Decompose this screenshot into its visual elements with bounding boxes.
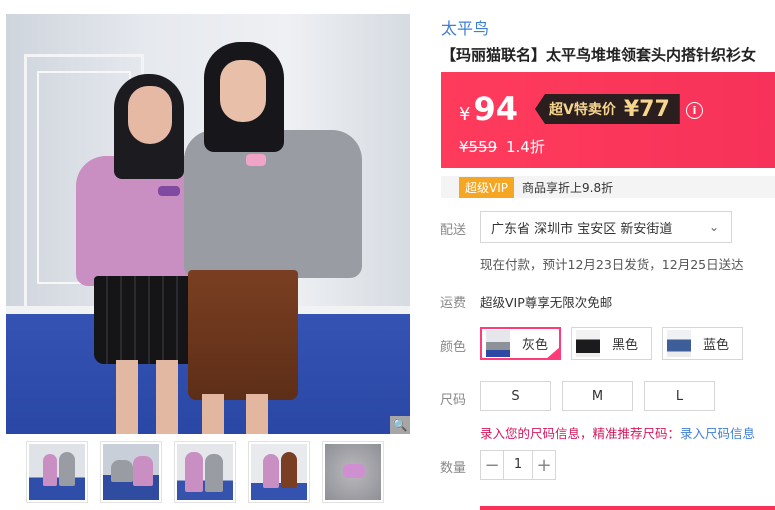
color-option-blue[interactable]: 蓝色 bbox=[662, 327, 743, 360]
quantity-stepper: − 1 + bbox=[480, 450, 556, 480]
thumbnail-figure bbox=[185, 452, 203, 492]
thumbnail-figure bbox=[59, 452, 75, 486]
thumbnail-figure bbox=[111, 460, 133, 482]
thumbnail-image bbox=[103, 444, 159, 500]
thumbnail-image bbox=[177, 444, 233, 500]
color-option-label: 蓝色 bbox=[703, 338, 730, 353]
thumbnail[interactable] bbox=[322, 441, 384, 503]
thumbnail[interactable] bbox=[248, 441, 310, 503]
thumbnail-figure bbox=[281, 452, 297, 488]
main-product-image[interactable] bbox=[6, 14, 410, 434]
thumbnail-bow bbox=[343, 464, 365, 478]
thumbnail-image bbox=[325, 444, 381, 500]
delivery-estimate: 现在付款，预计12月23日发货，12月25日送达 bbox=[480, 257, 744, 272]
thumbnail-image bbox=[251, 444, 307, 500]
size-option-l[interactable]: L bbox=[644, 381, 715, 411]
thumbnail-figure bbox=[263, 454, 279, 488]
delivery-region-select[interactable]: 广东省 深圳市 宝安区 新安街道 ⌄ bbox=[480, 211, 732, 243]
size-hint: 录入您的尺码信息，精准推荐尺码：录入尺码信息 bbox=[480, 423, 755, 442]
info-icon[interactable]: i bbox=[686, 102, 703, 119]
color-option-gray[interactable]: 灰色 ✓ bbox=[480, 327, 561, 360]
freight-value: 超级VIP尊享无限次免邮 bbox=[480, 295, 613, 310]
thumbnail-image bbox=[29, 444, 85, 500]
discount-rate: 1.4折 bbox=[505, 138, 545, 156]
quantity-increase-button[interactable]: + bbox=[533, 451, 555, 479]
size-option-s[interactable]: S bbox=[480, 381, 551, 411]
model-right-sweater bbox=[184, 130, 362, 278]
model-right-skirt bbox=[188, 270, 298, 400]
model-right-leg bbox=[246, 394, 268, 434]
size-option-m[interactable]: M bbox=[562, 381, 633, 411]
model-left-leg bbox=[156, 360, 178, 434]
currency-symbol: ¥ bbox=[459, 104, 471, 125]
model-left-leg bbox=[116, 360, 138, 434]
vip-price-value: ¥77 bbox=[623, 96, 670, 122]
vip-price-tag: 超V特卖价 ¥77 bbox=[535, 94, 680, 124]
chevron-down-icon: ⌄ bbox=[708, 220, 719, 234]
buy-button-edge[interactable] bbox=[480, 506, 775, 510]
size-label: 尺码 bbox=[440, 393, 467, 408]
freight-label: 运费 bbox=[440, 296, 467, 311]
zoom-icon[interactable]: 🔍 bbox=[390, 416, 410, 434]
model-right-leg bbox=[202, 394, 224, 434]
thumbnail-strip bbox=[26, 441, 384, 503]
delivery-region-value: 广东省 深圳市 宝安区 新安街道 bbox=[491, 221, 673, 237]
bow-brooch bbox=[158, 186, 180, 196]
size-entry-link[interactable]: 录入尺码信息 bbox=[680, 426, 755, 441]
price-box: ¥ 94 超V特卖价 ¥77 i ¥559 1.4折 bbox=[441, 72, 775, 168]
color-option-black[interactable]: 黑色 bbox=[571, 327, 652, 360]
size-hint-text: 录入您的尺码信息，精准推荐尺码： bbox=[480, 426, 681, 441]
quantity-label: 数量 bbox=[440, 461, 467, 476]
thumbnail-figure bbox=[133, 456, 153, 486]
brand-link[interactable]: 太平鸟 bbox=[441, 15, 489, 39]
check-icon: ✓ bbox=[546, 347, 560, 359]
color-option-label: 灰色 bbox=[522, 338, 549, 353]
thumbnail[interactable] bbox=[100, 441, 162, 503]
color-option-label: 黑色 bbox=[612, 338, 639, 353]
original-price: ¥559 bbox=[459, 138, 498, 156]
thumbnail-figure bbox=[43, 454, 57, 486]
model-left-face bbox=[128, 86, 172, 144]
quantity-input[interactable]: 1 bbox=[503, 451, 533, 479]
vip-promo-text: 商品享折上9.8折 bbox=[522, 180, 614, 195]
color-swatch-image bbox=[486, 330, 510, 357]
quantity-decrease-button[interactable]: − bbox=[481, 451, 503, 479]
thumbnail-figure bbox=[205, 454, 223, 492]
color-label: 颜色 bbox=[440, 340, 467, 355]
super-vip-badge[interactable]: 超级VIP bbox=[459, 176, 514, 198]
current-price: ¥ 94 bbox=[459, 90, 518, 128]
current-price-value: 94 bbox=[473, 90, 518, 128]
vip-price-label: 超V特卖价 bbox=[549, 102, 616, 118]
original-price-line: ¥559 1.4折 bbox=[459, 136, 545, 157]
model-right-face bbox=[220, 60, 266, 122]
thumbnail[interactable] bbox=[26, 441, 88, 503]
vip-promo-row: 超级VIP 商品享折上9.8折 bbox=[441, 176, 775, 198]
thumbnail[interactable] bbox=[174, 441, 236, 503]
color-swatch-image bbox=[667, 330, 691, 357]
color-swatch-image bbox=[576, 330, 600, 357]
bow-brooch bbox=[246, 154, 266, 166]
delivery-label: 配送 bbox=[440, 223, 467, 238]
product-title: 【玛丽猫联名】太平鸟堆堆领套头内搭针织衫女 bbox=[441, 46, 757, 64]
